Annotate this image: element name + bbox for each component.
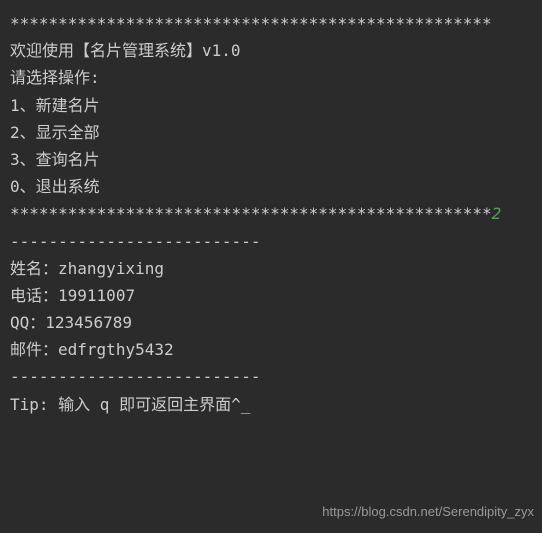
menu-item-exit: 0、退出系统 <box>10 173 532 200</box>
qq-value: 123456789 <box>45 309 132 336</box>
menu-item-show-all: 2、显示全部 <box>10 119 532 146</box>
phone-label: 电话： <box>10 282 58 309</box>
card-phone-row: 电话： 19911007 <box>10 282 532 309</box>
card-name-row: 姓名： zhangyixing <box>10 255 532 282</box>
card-email-row: 邮件： edfrgthy5432 <box>10 336 532 363</box>
footer-stars: ****************************************… <box>10 204 492 223</box>
dashes-top: -------------------------- <box>10 228 532 255</box>
header-stars: ****************************************… <box>10 10 532 37</box>
email-label: 邮件： <box>10 336 58 363</box>
email-value: edfrgthy5432 <box>58 336 174 363</box>
tip-line: Tip: 输入 q 即可返回主界面^_ <box>10 391 532 418</box>
user-input[interactable]: 2 <box>492 204 502 223</box>
name-label: 姓名： <box>10 255 58 282</box>
footer-stars-row: ****************************************… <box>10 200 532 227</box>
menu-item-query: 3、查询名片 <box>10 146 532 173</box>
menu-item-new: 1、新建名片 <box>10 92 532 119</box>
dashes-bottom: -------------------------- <box>10 363 532 390</box>
prompt-label: 请选择操作: <box>10 64 532 91</box>
watermark: https://blog.csdn.net/Serendipity_zyx <box>322 501 534 523</box>
qq-label: QQ： <box>10 309 45 336</box>
name-value: zhangyixing <box>58 255 164 282</box>
card-qq-row: QQ： 123456789 <box>10 309 532 336</box>
welcome-title: 欢迎使用【名片管理系统】v1.0 <box>10 37 532 64</box>
phone-value: 19911007 <box>58 282 135 309</box>
